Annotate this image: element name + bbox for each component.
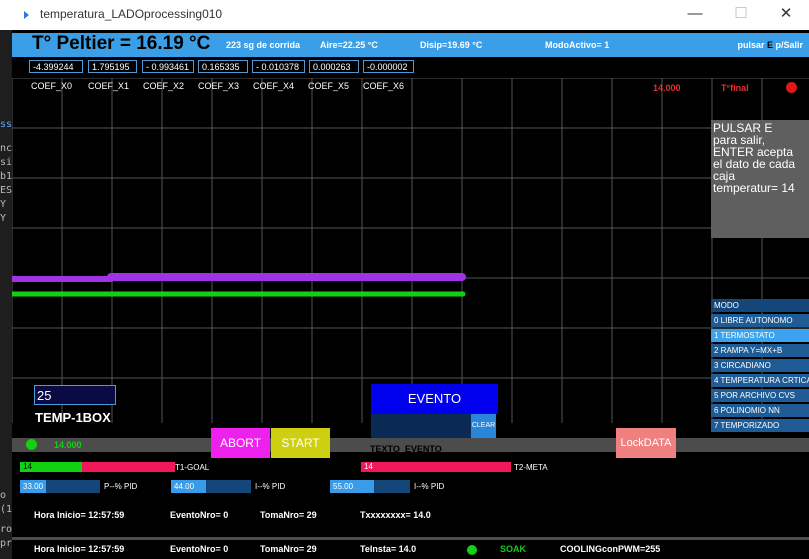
window-titlebar: temperatura_LADOprocessing010 — ☐ ✕: [0, 0, 809, 31]
fragment-text: pr: [0, 538, 12, 549]
fragment-text: nc: [0, 143, 12, 154]
final-temperature-label: T°final: [721, 83, 749, 93]
coef-x6-label: COEF_X6: [363, 81, 405, 91]
fragment-text: o: [0, 490, 7, 501]
fragment-text: ro: [0, 524, 12, 535]
start-time: Hora Inicio= 12:57:59: [34, 510, 125, 520]
coef-x1-label: COEF_X1: [88, 81, 130, 91]
pid-d-slider[interactable]: 55.00: [330, 480, 410, 493]
run-time: 223 sg de corrida: [226, 40, 301, 50]
pid-p-value: 33.00: [23, 482, 44, 491]
pid-i-label: I--% PID: [255, 482, 286, 491]
coef-x5-value[interactable]: 0.000263: [309, 60, 359, 73]
active-mode: ModoActivo= 1: [545, 40, 610, 50]
sample-number-2: TomaNro= 29: [260, 544, 317, 554]
soak-label: SOAK: [500, 544, 527, 554]
fragment-text: b1: [0, 171, 12, 182]
event-number-2: EventoNro= 0: [170, 544, 229, 554]
mode-item-temperatura-critica[interactable]: 4 TEMPERATURA CRTICA: [711, 374, 809, 387]
coef-x3-value[interactable]: 0.165335: [198, 60, 248, 73]
temp-box-input[interactable]: [34, 385, 116, 405]
mode-item-polinomio[interactable]: 6 POLINOMIO NN: [711, 404, 809, 417]
t1-goal-bar[interactable]: 14: [20, 462, 175, 472]
temp-box-label: TEMP-1BOX: [35, 410, 111, 425]
close-button[interactable]: ✕: [763, 0, 809, 30]
event-text-input[interactable]: [371, 414, 471, 438]
coef-x5-label: COEF_X5: [308, 81, 350, 91]
pid-i-value: 44.00: [174, 482, 195, 491]
pid-p-slider[interactable]: 33.00: [20, 480, 100, 493]
status-indicator: [26, 439, 37, 450]
coef-x2-label: COEF_X2: [143, 81, 185, 91]
coef-x1-value[interactable]: 1.795195: [88, 60, 137, 73]
fragment-text: si: [0, 157, 12, 168]
mode-item-rampa[interactable]: 2 RAMPA Y=MX+B: [711, 344, 809, 357]
coef-x3-label: COEF_X3: [198, 81, 240, 91]
mode-list-header: MODO: [711, 299, 809, 312]
clear-button[interactable]: CLEAR: [471, 414, 496, 438]
exit-hint: pulsar E p/Salir: [737, 40, 803, 50]
t2-meta-bar[interactable]: 14: [361, 462, 511, 472]
header-bar: T° Peltier = 16.19 °C 223 sg de corrida …: [12, 33, 809, 57]
instructions-panel: PULSAR E para salir, ENTER acepta el dat…: [711, 120, 809, 238]
mode-item-libre-autonomo[interactable]: 0 LIBRE AUTONOMO: [711, 314, 809, 327]
coef-x0-value[interactable]: -4.399244: [29, 60, 83, 73]
lock-data-button[interactable]: LockDATA: [616, 428, 676, 458]
coef-x4-label: COEF_X4: [253, 81, 295, 91]
sample-number: TomaNro= 29: [260, 510, 317, 520]
t1-goal-label: T1-GOAL: [175, 463, 210, 472]
fragment-text: Y: [0, 213, 7, 224]
mode-item-circadiano[interactable]: 3 CIRCADIANO: [711, 359, 809, 372]
instructions-line: temperatur= 14: [713, 181, 795, 195]
app-canvas: T° Peltier = 16.19 °C 223 sg de corrida …: [12, 30, 809, 559]
start-button[interactable]: START: [271, 428, 330, 458]
start-time-2: Hora Inicio= 12:57:59: [34, 544, 125, 554]
final-temperature-indicator: [786, 82, 797, 93]
t1-goal-value: 14: [23, 462, 32, 471]
coef-x2-value[interactable]: - 0.993461: [142, 60, 194, 73]
fragment-text: ES: [0, 185, 12, 196]
separator: [12, 537, 809, 540]
dissipator-temperature: Disip=19.69 °C: [420, 40, 483, 50]
final-temperature-value: 14.000: [653, 83, 681, 93]
coef-x4-value[interactable]: - 0.010378: [252, 60, 305, 73]
abort-button[interactable]: ABORT: [211, 428, 270, 458]
pid-d-label: I--% PID: [414, 482, 445, 491]
instant-temperature: TeInsta= 14.0: [360, 544, 417, 554]
maximize-button[interactable]: ☐: [718, 0, 764, 30]
event-text-label: TEXTO_EVENTO: [370, 444, 442, 454]
background-window-strip: Pi ss nc si b1 ES Y Y o (1 ro pr: [0, 30, 12, 559]
event-number: EventoNro= 0: [170, 510, 229, 520]
pid-p-label: P--% PID: [104, 482, 138, 491]
fragment-text: ss: [0, 119, 12, 130]
app-icon: [24, 11, 29, 19]
pid-d-value: 55.00: [333, 482, 354, 491]
mode-list: MODO 0 LIBRE AUTONOMO 1 TERMOSTATO 2 RAM…: [711, 299, 809, 434]
mode-item-temporizado[interactable]: 7 TEMPORIZADO: [711, 419, 809, 432]
minimize-button[interactable]: —: [672, 0, 718, 30]
air-temperature: Aire=22.25 °C: [320, 40, 378, 50]
fragment-text: (1: [0, 504, 12, 515]
peltier-temperature: T° Peltier = 16.19 °C: [32, 33, 211, 54]
fragment-text: Y: [0, 199, 7, 210]
txx-value: Txxxxxxxx= 14.0: [360, 510, 431, 520]
status-temperature: 14.000: [54, 440, 82, 450]
temperature-plot: [12, 78, 809, 423]
coef-x6-value[interactable]: -0.000002: [363, 60, 414, 73]
mode-item-archivo-cvs[interactable]: 5 POR ARCHIVO CVS: [711, 389, 809, 402]
coef-x0-label: COEF_X0: [31, 81, 73, 91]
soak-indicator: [467, 545, 477, 555]
t2-meta-value: 14: [364, 462, 373, 471]
cooling-pwm: COOLINGconPWM=255: [560, 544, 661, 554]
window-title: temperatura_LADOprocessing010: [40, 7, 223, 21]
pid-i-slider[interactable]: 44.00: [171, 480, 251, 493]
mode-item-termostato[interactable]: 1 TERMOSTATO: [711, 329, 809, 342]
t2-meta-label: T2-META: [514, 463, 548, 472]
plot-grid: [12, 78, 809, 423]
evento-button[interactable]: EVENTO: [371, 384, 498, 414]
